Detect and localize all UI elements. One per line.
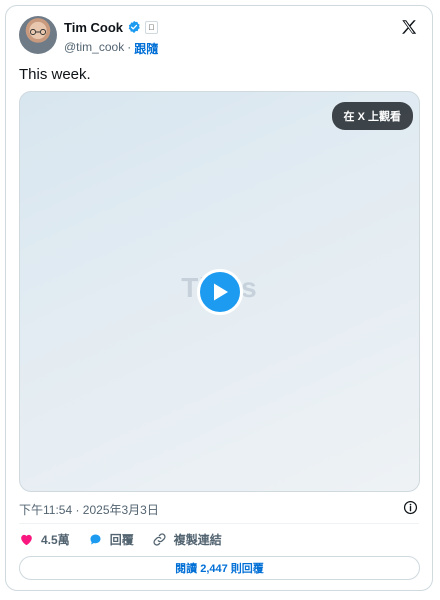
read-replies-button[interactable]: 閱讀 2,447 則回覆 [19,556,420,580]
reply-bubble-icon [90,534,101,545]
x-logo-icon[interactable] [400,18,418,36]
heart-icon [21,534,32,546]
follow-link[interactable]: 跟隨 [134,40,158,57]
reply-button[interactable]: 回覆 [88,531,134,548]
link-icon [153,533,166,546]
like-button[interactable]: 4.5萬 [19,531,70,548]
glasses-graphic [29,29,47,35]
tweet-timestamp[interactable]: 下午11:54 · 2025年3月3日 [19,501,159,518]
tweet-card: Tim Cook  @tim_cook · 跟隨 This week. 在 X… [5,5,433,591]
info-icon[interactable] [403,500,418,515]
handle-separator: · [127,40,132,54]
reply-label: 回覆 [109,533,134,547]
apple-affiliate-badge-icon:  [145,20,158,34]
play-icon [214,283,228,301]
tweet-text: This week. [19,66,91,83]
copy-link-button[interactable]: 複製連結 [152,531,222,548]
divider [19,523,419,524]
author-display-name[interactable]: Tim Cook [64,20,123,35]
avatar[interactable] [19,16,57,54]
copy-link-label: 複製連結 [173,533,222,547]
verified-badge-icon [128,20,140,34]
author-name-row: Tim Cook  [64,18,158,36]
like-count: 4.5萬 [41,533,70,547]
video-player[interactable]: 在 X 上觀看 Tim's [19,91,420,492]
view-on-x-button[interactable]: 在 X 上觀看 [331,102,413,130]
action-bar: 4.5萬 回覆 複製連結 [19,531,222,548]
author-handle[interactable]: @tim_cook [64,40,124,57]
play-button[interactable] [197,269,243,315]
author-handle-row: @tim_cook · 跟隨 [64,40,158,57]
